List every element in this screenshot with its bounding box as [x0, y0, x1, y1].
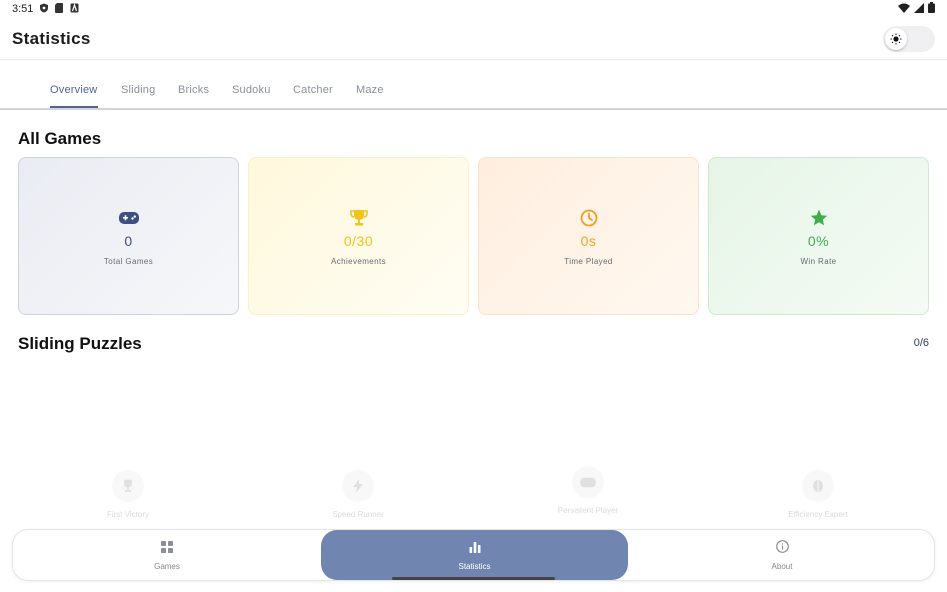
total-games-label: Total Games: [103, 256, 154, 266]
achievement-label: First Victory: [106, 510, 150, 519]
bar-chart-icon: [469, 540, 481, 558]
sun-icon: [885, 27, 907, 50]
achievement-efficiency-expert: Efficiency Expert: [758, 470, 878, 519]
tab-maze[interactable]: Maze: [356, 84, 384, 96]
achievement-label: Speed Runner: [332, 510, 384, 519]
tab-catcher[interactable]: Catcher: [293, 84, 333, 96]
page-title: Statistics: [12, 28, 91, 48]
win-rate-label: Win Rate: [800, 256, 837, 266]
nav-about-label: About: [771, 561, 793, 571]
brain-icon: [802, 470, 834, 502]
bolt-icon: [342, 470, 374, 502]
time-played-value: 0s: [580, 232, 597, 249]
nav-about[interactable]: About: [628, 530, 936, 580]
trophy-icon: [348, 207, 370, 229]
nav-games-label: Games: [154, 561, 180, 571]
achievement-first-victory: First Victory: [68, 470, 188, 519]
gamepad-icon: [118, 207, 140, 229]
wifi-icon: [898, 3, 910, 16]
gamepad-icon: [572, 466, 604, 498]
app-bar: Statistics: [0, 18, 947, 60]
clock-icon: [578, 207, 600, 229]
cell-signal-icon: [914, 2, 924, 16]
trophy-icon: [112, 470, 144, 502]
tab-overview[interactable]: Overview: [50, 84, 97, 96]
achievement-persistent-player: Persistent Player: [528, 466, 648, 515]
win-rate-value: 0%: [807, 232, 830, 249]
theme-toggle[interactable]: [883, 25, 935, 52]
achievements-label: Achievements: [330, 256, 387, 266]
achievements-value: 0/30: [343, 232, 374, 249]
status-time: 3:51: [12, 3, 34, 15]
time-played-card: 0s Time Played: [478, 157, 699, 315]
notification-a-icon: [70, 2, 79, 16]
tab-bar: Overview Sliding Bricks Sudoku Catcher M…: [0, 60, 947, 110]
sliding-puzzles-heading: Sliding Puzzles: [18, 334, 142, 353]
nav-games[interactable]: Games: [13, 530, 321, 580]
battery-icon: [928, 2, 935, 16]
total-games-value: 0: [124, 232, 133, 249]
tab-sliding[interactable]: Sliding: [121, 84, 155, 96]
achievement-speed-runner: Speed Runner: [298, 470, 418, 519]
tab-sudoku[interactable]: Sudoku: [232, 84, 271, 96]
win-rate-card: 0% Win Rate: [708, 157, 929, 315]
status-bar: 3:51: [0, 0, 947, 18]
home-indicator[interactable]: [392, 577, 555, 580]
achievement-label: Efficiency Expert: [788, 510, 848, 519]
sim-card-icon: [55, 2, 64, 16]
nav-statistics[interactable]: Statistics: [321, 530, 628, 580]
total-games-card: 0 Total Games: [18, 157, 239, 315]
star-icon: [808, 207, 830, 229]
info-icon: [775, 539, 789, 558]
grid-icon: [161, 540, 173, 558]
tab-bricks[interactable]: Bricks: [178, 84, 209, 96]
sliding-progress-count: 0/6: [913, 337, 929, 349]
achievement-label: Persistent Player: [557, 506, 619, 515]
time-played-label: Time Played: [564, 256, 613, 266]
achievements-card: 0/30 Achievements: [248, 157, 469, 315]
bottom-navigation: Games Statistics About: [12, 529, 935, 581]
all-games-heading: All Games: [18, 129, 102, 148]
active-tab-indicator: [50, 106, 98, 108]
shield-icon: [39, 3, 49, 16]
nav-statistics-label: Statistics: [458, 561, 491, 571]
